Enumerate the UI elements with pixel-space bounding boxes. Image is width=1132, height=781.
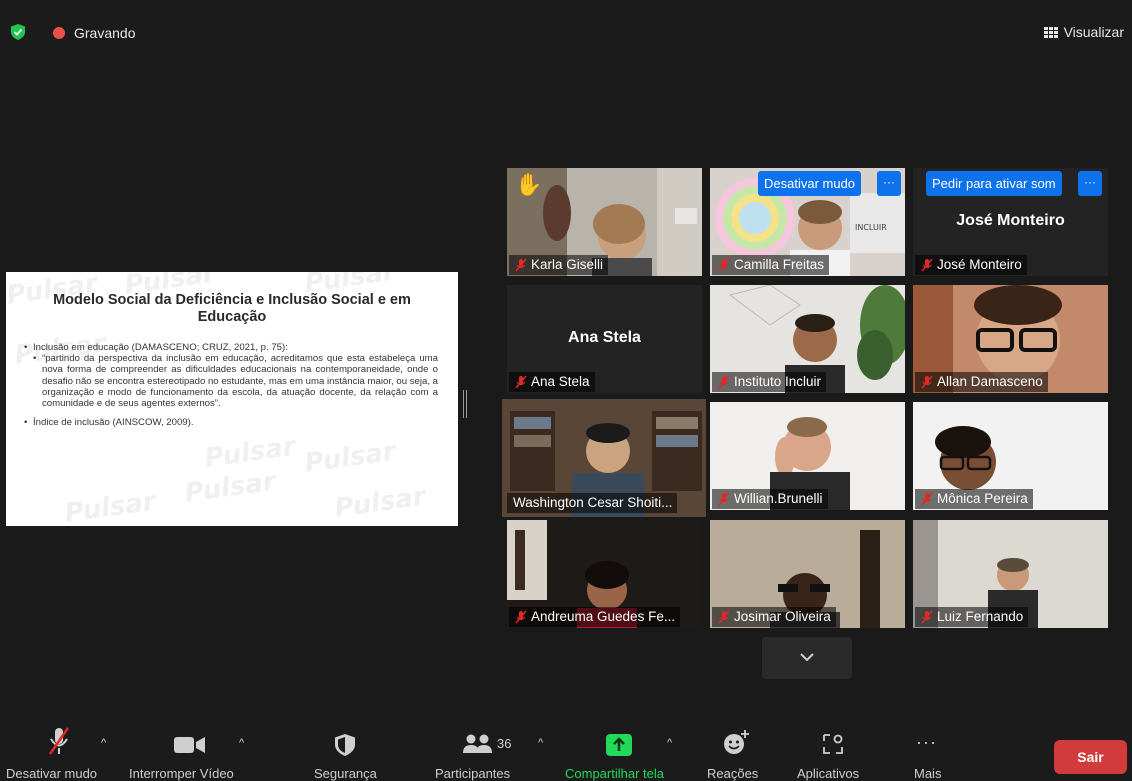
slide-bullet: Inclusão em educação (DAMASCENO; CRUZ, 2… <box>24 342 438 353</box>
participant-display-name: Ana Stela <box>568 329 641 346</box>
participant-name-label: Andreuma Guedes Fe... <box>509 607 681 627</box>
participant-tile[interactable]: Josimar Oliveira <box>710 520 905 628</box>
grid-view-icon <box>1043 26 1058 38</box>
participant-name-label: Karla Giselli <box>509 255 609 275</box>
record-icon[interactable] <box>53 27 65 39</box>
participant-tile[interactable]: ✋ Karla Giselli <box>507 168 702 276</box>
chevron-down-icon <box>800 653 814 662</box>
share-options-caret[interactable]: ^ <box>667 737 672 749</box>
participant-name-label: José Monteiro <box>915 255 1027 275</box>
participant-tile[interactable]: Andreuma Guedes Fe... <box>507 520 702 628</box>
mic-muted-icon <box>718 610 730 624</box>
participant-name-label: Mônica Pereira <box>915 489 1033 509</box>
participant-tile[interactable]: Mônica Pereira <box>913 402 1108 510</box>
participant-name-label: Ana Stela <box>509 372 595 392</box>
participants-label: Participantes <box>435 766 511 781</box>
svg-text:INCLUIR: INCLUIR <box>855 223 887 232</box>
participant-name-label: Camilla Freitas <box>712 255 830 275</box>
slide-title: Modelo Social da Deficiência e Inclusão … <box>53 292 411 325</box>
mic-muted-icon <box>921 375 933 389</box>
participant-display-name: José Monteiro <box>956 212 1065 229</box>
slide-body: Inclusão em educação (DAMASCENO; CRUZ, 2… <box>24 342 438 429</box>
stop-video-label: Interromper Vídeo <box>129 766 234 781</box>
more-options-button[interactable]: ··· <box>1078 171 1102 196</box>
mic-muted-icon <box>515 258 527 272</box>
mic-muted-icon <box>515 375 527 389</box>
security-label: Segurança <box>314 766 377 781</box>
video-icon <box>174 737 205 753</box>
participant-name-label: Allan Damasceno <box>915 372 1048 392</box>
participant-tile[interactable]: Pedir para ativar som ··· José Monteiro … <box>913 168 1108 276</box>
participant-name-label: Josimar Oliveira <box>712 607 836 627</box>
svg-text:Pulsar: Pulsar <box>183 466 280 509</box>
svg-text:Pulsar: Pulsar <box>303 436 400 479</box>
participant-name-label: Instituto Incluir <box>712 372 827 392</box>
more-label: Mais <box>914 766 942 781</box>
ask-to-unmute-button[interactable]: Pedir para ativar som <box>926 171 1062 196</box>
participant-tile[interactable]: Ana Stela Ana Stela <box>507 285 702 393</box>
participant-tile[interactable]: Allan Damasceno <box>913 285 1108 393</box>
participant-tile[interactable]: Instituto Incluir <box>710 285 905 393</box>
apps-icon <box>823 734 843 754</box>
reactions-label: Reações <box>707 766 759 781</box>
participants-count: 36 <box>497 736 512 751</box>
active-speaker-tile[interactable]: Washington Cesar Shoiti... <box>502 399 706 517</box>
leave-meeting-button[interactable]: Sair <box>1054 740 1127 774</box>
meeting-toolbar: Desativar mudo ^ Interromper Vídeo ^ Seg… <box>0 714 1132 781</box>
svg-text:Pulsar: Pulsar <box>63 486 160 526</box>
mic-muted-icon <box>718 258 730 272</box>
mic-muted-icon <box>921 258 933 272</box>
share-screen-label: Compartilhar tela <box>565 766 664 781</box>
more-icon: ··· <box>916 732 937 752</box>
participant-name-label: Luiz Fernando <box>915 607 1029 627</box>
participants-icon <box>463 734 492 753</box>
meeting-topbar: Gravando Visualizar <box>0 0 1132 64</box>
more-options-button[interactable]: ··· <box>877 171 901 196</box>
security-icon <box>335 734 355 756</box>
mic-muted-icon <box>718 375 730 389</box>
unmute-request-button[interactable]: Desativar mudo <box>758 171 862 196</box>
svg-text:Pulsar: Pulsar <box>333 481 430 524</box>
shield-icon[interactable] <box>11 24 25 40</box>
participant-tile[interactable]: INCLUIR Desativar mudo ··· Camilla Freit… <box>710 168 905 276</box>
mic-muted-icon <box>921 610 933 624</box>
apps-label: Aplicativos <box>797 766 860 781</box>
mic-muted-icon <box>48 727 70 755</box>
split-resize-handle[interactable] <box>463 390 467 418</box>
participant-tile[interactable]: Willian.Brunelli <box>710 402 905 510</box>
participant-name-label: Willian.Brunelli <box>712 489 828 509</box>
participant-tile[interactable]: Luiz Fernando <box>913 520 1108 628</box>
slide-quote: “partindo da perspectiva da inclusão em … <box>24 353 438 409</box>
slide-bullet: Índice de inclusão (AINSCOW, 2009). <box>24 417 438 428</box>
video-options-caret[interactable]: ^ <box>239 737 244 749</box>
mute-label: Desativar mudo <box>6 766 98 781</box>
view-button[interactable]: Visualizar <box>1043 24 1124 40</box>
mute-options-caret[interactable]: ^ <box>101 737 106 749</box>
reaction-icon <box>724 730 749 754</box>
recording-label[interactable]: Gravando <box>74 25 135 41</box>
gallery-scroll-down-button[interactable] <box>762 637 852 679</box>
participant-name-label: Washington Cesar Shoiti... <box>507 493 678 513</box>
share-arrow-icon <box>606 734 632 756</box>
participants-options-caret[interactable]: ^ <box>538 737 543 749</box>
shared-screen: Pulsar Pulsar Pulsar Pulsar Pulsar Pulsa… <box>6 272 458 526</box>
view-label: Visualizar <box>1063 24 1124 40</box>
svg-text:Pulsar: Pulsar <box>203 431 300 474</box>
raised-hand-icon: ✋ <box>515 172 543 197</box>
mic-muted-icon <box>515 610 527 624</box>
mic-muted-icon <box>921 492 933 506</box>
mic-muted-icon <box>718 492 730 506</box>
